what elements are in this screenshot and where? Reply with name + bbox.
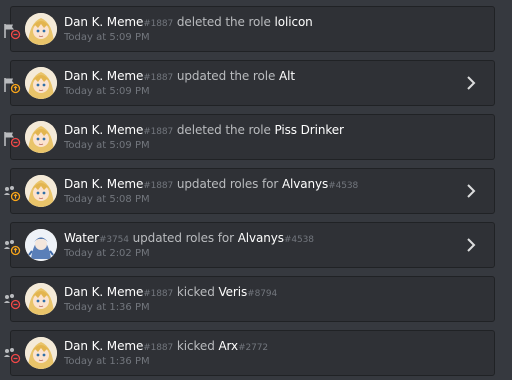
- flag-delete-icon: [3, 130, 21, 148]
- user-discriminator: #1887: [143, 127, 174, 137]
- audit-log-list: Dan K. Meme#1887 deleted the role lolico…: [0, 0, 512, 380]
- avatar[interactable]: [25, 337, 57, 369]
- timestamp: Today at 1:36 PM: [64, 302, 150, 313]
- flag-update-icon: [3, 76, 21, 94]
- timestamp: Today at 5:09 PM: [64, 32, 150, 43]
- user-name[interactable]: Dan K. Meme: [64, 339, 143, 353]
- action-text: kicked: [176, 339, 215, 353]
- entry-text: Dan K. Meme#1887 deleted the role Piss D…: [64, 123, 344, 137]
- members-update-icon: [3, 238, 21, 256]
- avatar[interactable]: [25, 175, 57, 207]
- timestamp: Today at 1:36 PM: [64, 356, 150, 367]
- action-text: updated the role: [176, 69, 276, 83]
- user-discriminator: #1887: [143, 73, 174, 83]
- flag-delete-icon: [3, 22, 21, 40]
- user-discriminator: #1887: [143, 289, 174, 299]
- target-discriminator: #4538: [328, 181, 359, 191]
- target-name[interactable]: Arx: [218, 339, 238, 353]
- entry-text: Dan K. Meme#1887 updated roles for Alvan…: [64, 177, 358, 191]
- target-discriminator: #4538: [283, 235, 314, 245]
- timestamp: Today at 5:08 PM: [64, 194, 150, 205]
- avatar[interactable]: [25, 121, 57, 153]
- audit-log-entry: Dan K. Meme#1887 kicked Veris#8794 Today …: [4, 276, 495, 322]
- user-discriminator: #1887: [143, 19, 174, 29]
- target-name[interactable]: Piss Drinker: [275, 123, 344, 137]
- target-discriminator: #8794: [247, 289, 278, 299]
- user-name[interactable]: Dan K. Meme: [64, 177, 143, 191]
- target-name[interactable]: Alvanys: [238, 231, 284, 245]
- audit-log-entry: Dan K. Meme#1887 deleted the role Piss D…: [4, 114, 495, 160]
- audit-log-entry[interactable]: Water#3754 updated roles for Alvanys#453…: [4, 222, 495, 268]
- user-discriminator: #1887: [143, 343, 174, 353]
- timestamp: Today at 2:02 PM: [64, 248, 150, 259]
- avatar[interactable]: [25, 67, 57, 99]
- target-name[interactable]: Veris: [218, 285, 247, 299]
- chevron-right-icon[interactable]: [466, 183, 476, 199]
- chevron-right-icon[interactable]: [466, 75, 476, 91]
- action-text: updated roles for: [132, 231, 234, 245]
- target-name[interactable]: Alvanys: [282, 177, 328, 191]
- timestamp: Today at 5:09 PM: [64, 140, 150, 151]
- target-discriminator: #2772: [238, 343, 269, 353]
- action-text: updated roles for: [176, 177, 279, 191]
- action-text: kicked: [176, 285, 215, 299]
- action-text: deleted the role: [176, 123, 271, 137]
- action-text: deleted the role: [176, 15, 271, 29]
- user-name[interactable]: Dan K. Meme: [64, 15, 143, 29]
- avatar[interactable]: [25, 229, 57, 261]
- members-update-icon: [3, 184, 21, 202]
- audit-log-entry: Dan K. Meme#1887 kicked Arx#2772 Today at…: [4, 330, 495, 376]
- entry-text: Water#3754 updated roles for Alvanys#453…: [64, 231, 314, 245]
- user-name[interactable]: Dan K. Meme: [64, 69, 143, 83]
- members-kick-icon: [3, 292, 21, 310]
- user-discriminator: #1887: [143, 181, 174, 191]
- audit-log-entry: Dan K. Meme#1887 deleted the role lolico…: [4, 6, 495, 52]
- entry-text: Dan K. Meme#1887 kicked Arx#2772: [64, 339, 268, 353]
- avatar[interactable]: [25, 13, 57, 45]
- user-discriminator: #3754: [98, 235, 129, 245]
- user-name[interactable]: Dan K. Meme: [64, 285, 143, 299]
- user-name[interactable]: Water: [64, 231, 99, 245]
- avatar[interactable]: [25, 283, 57, 315]
- timestamp: Today at 5:09 PM: [64, 86, 150, 97]
- entry-text: Dan K. Meme#1887 deleted the role lolico…: [64, 15, 313, 29]
- entry-text: Dan K. Meme#1887 updated the role Alt: [64, 69, 295, 83]
- target-name[interactable]: Alt: [279, 69, 295, 83]
- members-kick-icon: [3, 346, 21, 364]
- audit-log-entry[interactable]: Dan K. Meme#1887 updated the role Alt Tod…: [4, 60, 495, 106]
- chevron-right-icon[interactable]: [466, 237, 476, 253]
- user-name[interactable]: Dan K. Meme: [64, 123, 143, 137]
- target-name[interactable]: lolicon: [275, 15, 313, 29]
- audit-log-entry[interactable]: Dan K. Meme#1887 updated roles for Alvan…: [4, 168, 495, 214]
- entry-text: Dan K. Meme#1887 kicked Veris#8794: [64, 285, 277, 299]
